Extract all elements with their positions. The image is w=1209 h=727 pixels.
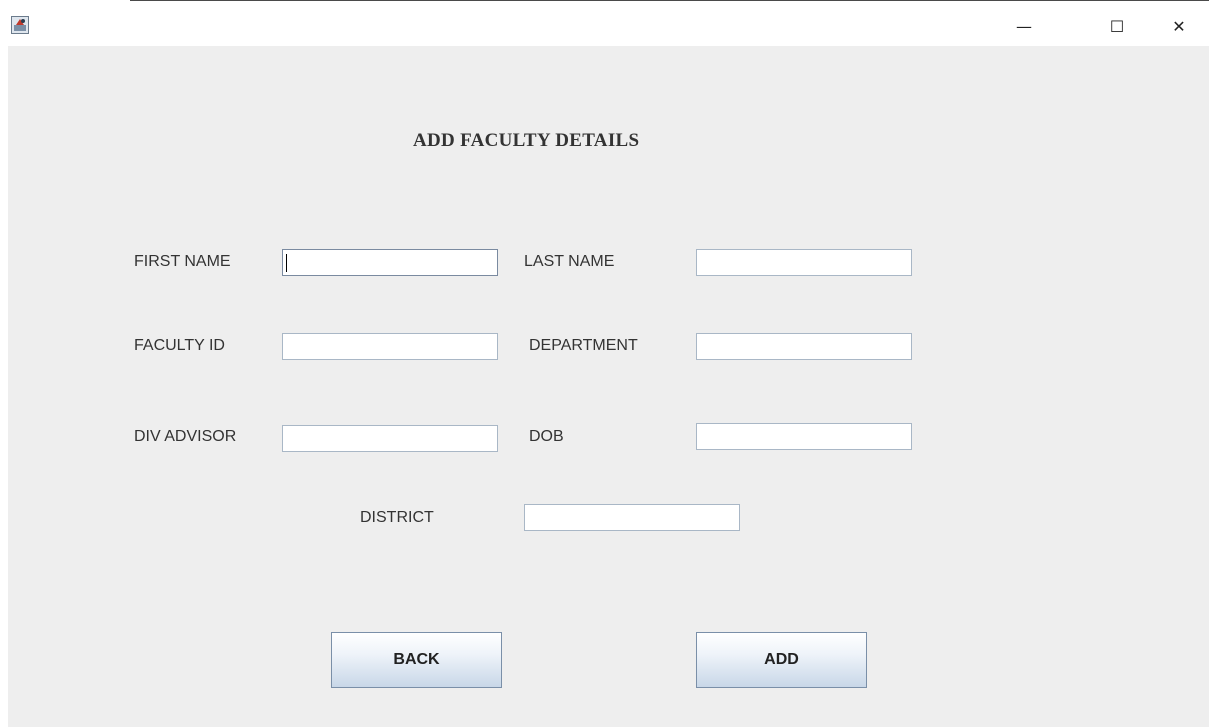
title-bar-edge — [130, 0, 1209, 6]
add-button-label: ADD — [764, 651, 799, 668]
faculty-id-field[interactable] — [282, 333, 498, 360]
java-app-icon — [11, 16, 29, 34]
minimize-button[interactable]: — — [1001, 6, 1047, 46]
first-name-field[interactable] — [282, 249, 498, 276]
close-button[interactable]: ✕ — [1156, 6, 1202, 46]
department-label: DEPARTMENT — [529, 337, 638, 354]
last-name-field[interactable] — [696, 249, 912, 276]
page-title: ADD FACULTY DETAILS — [413, 130, 640, 151]
div-advisor-field[interactable] — [282, 425, 498, 452]
last-name-label: LAST NAME — [524, 253, 615, 270]
faculty-id-label: FACULTY ID — [134, 337, 225, 354]
minimize-icon: — — [1016, 16, 1032, 36]
text-caret — [286, 254, 287, 272]
first-name-label: FIRST NAME — [134, 253, 231, 270]
district-field[interactable] — [524, 504, 740, 531]
div-advisor-label: DIV ADVISOR — [134, 428, 237, 445]
back-button-label: BACK — [393, 651, 440, 668]
dob-field[interactable] — [696, 423, 912, 450]
dob-label: DOB — [529, 428, 564, 445]
maximize-icon: ☐ — [1109, 16, 1125, 36]
department-field[interactable] — [696, 333, 912, 360]
back-button[interactable]: BACK — [331, 632, 502, 688]
district-label: DISTRICT — [360, 509, 434, 526]
add-button[interactable]: ADD — [696, 632, 867, 688]
title-bar: — ☐ ✕ — [0, 0, 1209, 46]
close-icon: ✕ — [1172, 16, 1186, 36]
maximize-button[interactable]: ☐ — [1094, 6, 1140, 46]
